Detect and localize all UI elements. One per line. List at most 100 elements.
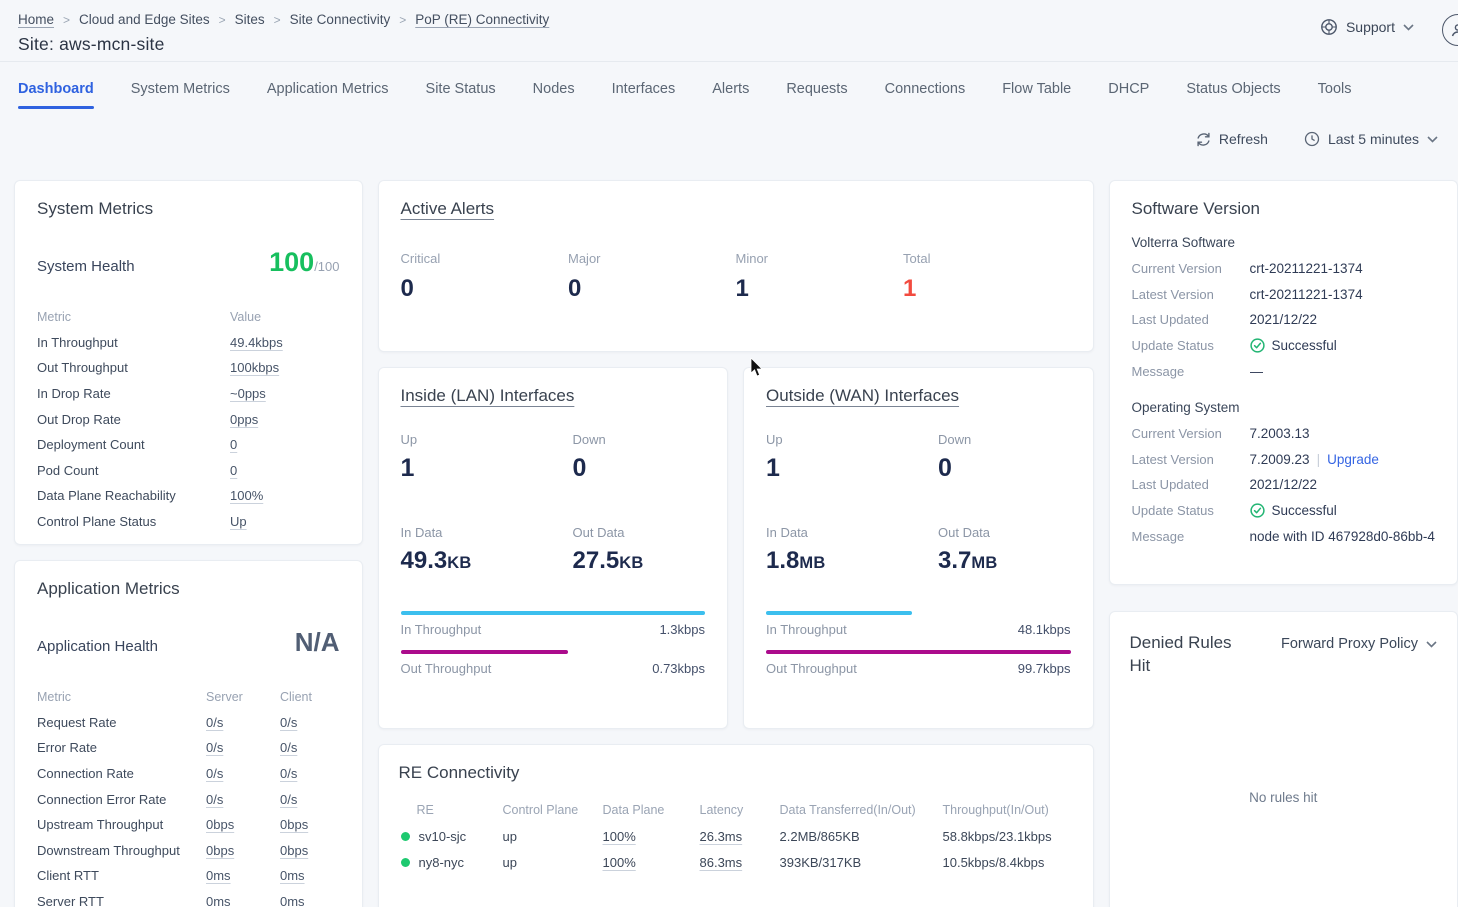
tab-application-metrics[interactable]: Application Metrics: [267, 62, 389, 115]
metric-label: Control Plane Status: [37, 514, 230, 529]
software-row-value: Successful: [1250, 503, 1436, 518]
lan-interfaces-title[interactable]: Inside (LAN) Interfaces: [401, 386, 575, 405]
wan-data: In Data1.8MB Out Data3.7MB: [766, 525, 1071, 575]
throughput-item: Out Throughput99.7kbps: [766, 650, 1071, 676]
refresh-button[interactable]: Refresh: [1196, 131, 1268, 147]
client-value[interactable]: 0/s: [280, 766, 340, 781]
left-column: System Metrics System Health 100/100 Met…: [14, 180, 363, 907]
server-value[interactable]: 0bps: [206, 843, 280, 858]
throughput-bar: [766, 650, 1071, 654]
latency-cell[interactable]: 86.3ms: [700, 855, 780, 870]
software-version-title: Software Version: [1132, 199, 1436, 219]
client-value[interactable]: 0/s: [280, 715, 340, 730]
client-value[interactable]: 0/s: [280, 740, 340, 755]
metric-value[interactable]: 0pps: [230, 412, 340, 427]
breadcrumb-item[interactable]: Home: [18, 12, 54, 27]
software-version-panel: Software Version Volterra Software Curren…: [1109, 180, 1458, 585]
tab-status-objects[interactable]: Status Objects: [1186, 62, 1280, 115]
tab-connections[interactable]: Connections: [885, 62, 966, 115]
tab-nodes[interactable]: Nodes: [533, 62, 575, 115]
re-table-header: REControl PlaneData PlaneLatencyData Tra…: [399, 797, 1073, 823]
software-section-heading: Volterra Software: [1132, 235, 1436, 250]
lan-in-data-value: 49.3: [401, 547, 448, 574]
breadcrumb-item[interactable]: Cloud and Edge Sites: [79, 12, 210, 27]
active-alerts-title[interactable]: Active Alerts: [401, 199, 495, 218]
metric-label: In Throughput: [37, 335, 230, 350]
wan-in-data-label: In Data: [766, 525, 938, 540]
upgrade-link[interactable]: Upgrade: [1327, 452, 1379, 467]
server-value[interactable]: 0ms: [206, 894, 280, 907]
server-value[interactable]: 0/s: [206, 715, 280, 730]
control-plane-cell: up: [503, 855, 603, 870]
software-row-label: Update Status: [1132, 338, 1250, 353]
tab-dhcp[interactable]: DHCP: [1108, 62, 1149, 115]
server-value[interactable]: 0/s: [206, 792, 280, 807]
software-row-value: crt-20211221-1374: [1250, 287, 1436, 302]
software-row-label: Message: [1132, 529, 1250, 544]
server-value[interactable]: 0/s: [206, 740, 280, 755]
metric-value[interactable]: 49.4kbps: [230, 335, 340, 350]
server-value[interactable]: 0bps: [206, 817, 280, 832]
tab-requests[interactable]: Requests: [786, 62, 847, 115]
time-range-selector[interactable]: Last 5 minutes: [1304, 131, 1438, 147]
tab-flow-table[interactable]: Flow Table: [1002, 62, 1071, 115]
table-row: Out Drop Rate0pps: [37, 406, 340, 432]
client-value[interactable]: 0ms: [280, 894, 340, 907]
throughput-line: Out Throughput0.73kbps: [401, 661, 706, 676]
interfaces-row: Inside (LAN) Interfaces Up1 Down0 In Dat…: [378, 367, 1094, 729]
wan-out-data-label: Out Data: [938, 525, 1071, 540]
software-value-text: crt-20211221-1374: [1250, 261, 1363, 276]
wan-up-value: 1: [766, 454, 938, 483]
breadcrumb-item[interactable]: PoP (RE) Connectivity: [415, 12, 549, 27]
client-value[interactable]: 0ms: [280, 868, 340, 883]
support-menu[interactable]: Support: [1320, 18, 1414, 36]
metric-value[interactable]: 100kbps: [230, 360, 340, 375]
application-health-row: Application Health N/A: [37, 627, 340, 658]
re-table-row: ny8-nycup100%86.3ms393KB/317KB10.5kbps/8…: [399, 849, 1073, 875]
tab-system-metrics[interactable]: System Metrics: [131, 62, 230, 115]
data-plane-cell[interactable]: 100%: [603, 855, 700, 870]
denied-rules-title: Denied Rules Hit: [1130, 632, 1255, 678]
table-row: Connection Error Rate0/s0/s: [37, 786, 340, 812]
alert-stat-major: Major0: [568, 251, 736, 303]
client-value[interactable]: 0bps: [280, 817, 340, 832]
policy-selector[interactable]: Forward Proxy Policy: [1281, 636, 1437, 652]
page-header: Home>Cloud and Edge Sites>Sites>Site Con…: [0, 0, 1458, 62]
tab-interfaces[interactable]: Interfaces: [612, 62, 676, 115]
table-row: Upstream Throughput0bps0bps: [37, 812, 340, 838]
data-plane-cell[interactable]: 100%: [603, 829, 700, 844]
alert-stat-label: Major: [568, 251, 736, 266]
time-range-value: Last 5 minutes: [1328, 131, 1419, 147]
system-metrics-title: System Metrics: [37, 199, 340, 219]
metric-value[interactable]: 0: [230, 463, 340, 478]
software-row: Latest Version7.2009.23|Upgrade: [1132, 447, 1436, 473]
metric-value[interactable]: ~0pps: [230, 386, 340, 401]
tab-tools[interactable]: Tools: [1318, 62, 1352, 115]
breadcrumb-item[interactable]: Site Connectivity: [290, 12, 391, 27]
server-value[interactable]: 0/s: [206, 766, 280, 781]
software-row-value: 2021/12/22: [1250, 477, 1436, 492]
client-value[interactable]: 0bps: [280, 843, 340, 858]
software-row-label: Current Version: [1132, 261, 1250, 276]
throughput-line: In Throughput48.1kbps: [766, 622, 1071, 637]
metric-value[interactable]: Up: [230, 514, 340, 529]
lan-down-label: Down: [573, 432, 706, 447]
tab-site-status[interactable]: Site Status: [426, 62, 496, 115]
wan-interfaces-title[interactable]: Outside (WAN) Interfaces: [766, 386, 959, 405]
table-row: Request Rate0/s0/s: [37, 710, 340, 736]
latency-cell[interactable]: 26.3ms: [700, 829, 780, 844]
metric-value[interactable]: 100%: [230, 488, 340, 503]
user-avatar[interactable]: [1442, 14, 1458, 46]
server-value[interactable]: 0ms: [206, 868, 280, 883]
column-header: Throughput(In/Out): [943, 803, 1073, 817]
software-row-value: —: [1250, 364, 1436, 379]
tab-alerts[interactable]: Alerts: [712, 62, 749, 115]
tab-dashboard[interactable]: Dashboard: [18, 62, 94, 115]
metric-label: Data Plane Reachability: [37, 488, 230, 503]
client-value[interactable]: 0/s: [280, 792, 340, 807]
metric-value[interactable]: 0: [230, 437, 340, 452]
table-header-row: MetricServerClient: [37, 684, 340, 710]
breadcrumb-item[interactable]: Sites: [235, 12, 265, 27]
re-table-row: sv10-sjcup100%26.3ms2.2MB/865KB58.8kbps/…: [399, 823, 1073, 849]
system-metrics-table: MetricValueIn Throughput49.4kbpsOut Thro…: [37, 304, 340, 534]
